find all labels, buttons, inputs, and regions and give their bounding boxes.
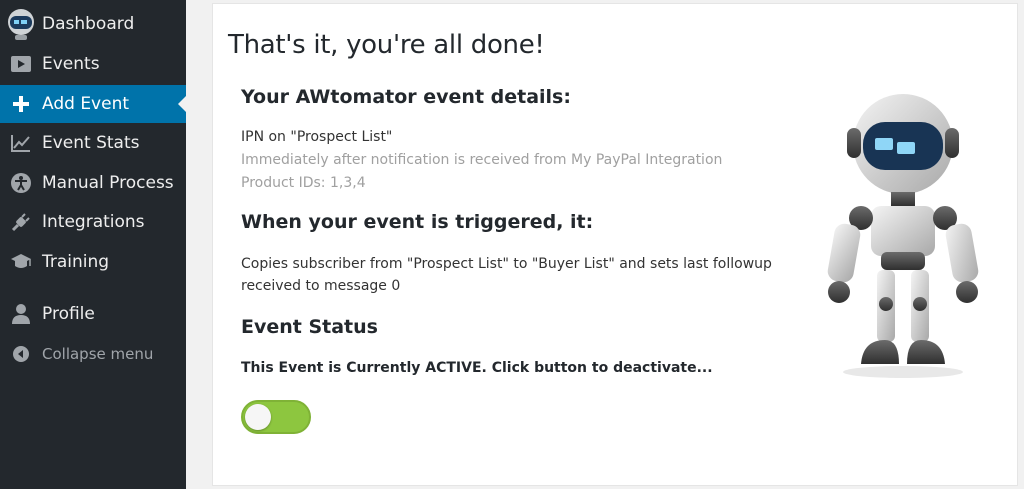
- sidebar-item-label: Profile: [42, 304, 95, 324]
- sidebar-item-events[interactable]: Events: [0, 45, 186, 83]
- trigger-action-line2: received to message 0: [241, 278, 401, 294]
- page-title: That's it, you're all done!: [228, 30, 545, 60]
- toggle-knob: [245, 404, 271, 430]
- collapse-menu-button[interactable]: Collapse menu: [0, 335, 186, 373]
- content-panel: That's it, you're all done! Your AWtomat…: [212, 3, 1018, 486]
- sidebar-item-training[interactable]: Training: [0, 243, 186, 281]
- play-icon: [0, 45, 42, 83]
- event-timing: Immediately after notification is receiv…: [241, 152, 723, 168]
- details-heading: Your AWtomator event details:: [241, 86, 571, 108]
- plug-icon: [0, 203, 42, 241]
- user-icon: [0, 295, 42, 333]
- sidebar-item-label: Manual Process: [42, 173, 174, 193]
- sidebar-item-dashboard[interactable]: Dashboard: [0, 5, 186, 43]
- status-heading: Event Status: [241, 316, 378, 338]
- robot-mascot-illustration: [827, 94, 979, 378]
- sidebar-item-label: Add Event: [42, 94, 130, 114]
- collapse-arrow-icon: [0, 335, 42, 373]
- graduation-cap-icon: [0, 243, 42, 281]
- sidebar-item-manual-process[interactable]: Manual Process: [0, 164, 186, 202]
- trigger-action-line1: Copies subscriber from "Prospect List" t…: [241, 256, 772, 272]
- admin-sidebar: Dashboard Events Add Event Event Stats M…: [0, 0, 186, 489]
- event-active-toggle[interactable]: [241, 400, 311, 434]
- event-name: IPN on "Prospect List": [241, 129, 393, 145]
- accessibility-icon: [0, 164, 42, 202]
- sidebar-item-profile[interactable]: Profile: [0, 295, 186, 333]
- sidebar-item-label: Event Stats: [42, 133, 140, 153]
- sidebar-item-label: Events: [42, 54, 100, 74]
- sidebar-item-label: Integrations: [42, 212, 145, 232]
- plus-icon: [0, 85, 42, 123]
- sidebar-item-label: Collapse menu: [42, 345, 154, 363]
- sidebar-item-integrations[interactable]: Integrations: [0, 203, 186, 241]
- trigger-heading: When your event is triggered, it:: [241, 211, 594, 233]
- sidebar-item-label: Dashboard: [42, 14, 135, 34]
- robot-avatar-icon: [0, 5, 42, 43]
- event-product-ids: Product IDs: 1,3,4: [241, 175, 366, 191]
- sidebar-item-event-stats[interactable]: Event Stats: [0, 124, 186, 162]
- sidebar-item-add-event[interactable]: Add Event: [0, 85, 186, 123]
- sidebar-item-label: Training: [42, 252, 110, 272]
- status-text: This Event is Currently ACTIVE. Click bu…: [241, 360, 713, 376]
- chart-line-icon: [0, 124, 42, 162]
